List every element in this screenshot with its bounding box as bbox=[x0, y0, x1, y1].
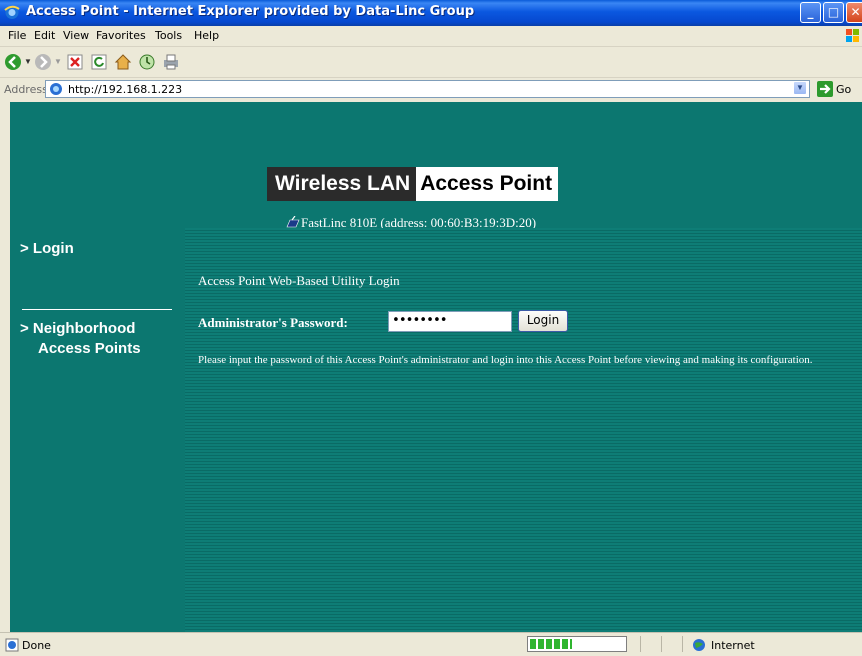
minimize-button[interactable]: _ bbox=[800, 2, 821, 23]
sidebar bbox=[10, 228, 185, 632]
menu-view[interactable]: View bbox=[63, 29, 89, 42]
page-icon bbox=[50, 83, 62, 95]
address-dropdown-button[interactable]: ▼ bbox=[793, 81, 807, 95]
toolbar: ▼ ▼ bbox=[0, 47, 862, 78]
menu-bar: File Edit View Favorites Tools Help bbox=[0, 26, 862, 47]
close-button[interactable]: ✕ bbox=[846, 2, 862, 23]
progress-bar bbox=[527, 636, 627, 652]
menu-edit[interactable]: Edit bbox=[34, 29, 55, 42]
address-bar: Address http://192.168.1.223 ▼ Go bbox=[0, 78, 862, 101]
address-input[interactable]: http://192.168.1.223 bbox=[45, 80, 810, 98]
status-divider bbox=[640, 636, 641, 652]
nav-neighborhood-access-points[interactable]: > Neighborhood Access Points bbox=[20, 319, 141, 359]
page-header: Wireless LAN Access Point FastLinc 810E … bbox=[10, 102, 862, 230]
address-label: Address bbox=[4, 83, 48, 96]
brand-logo: Wireless LAN Access Point bbox=[267, 167, 559, 201]
nav-neighborhood-line2: Access Points bbox=[38, 340, 141, 357]
go-label[interactable]: Go bbox=[836, 83, 851, 96]
menu-tools[interactable]: Tools bbox=[155, 29, 182, 42]
device-icon bbox=[286, 216, 300, 228]
menu-file[interactable]: File bbox=[8, 29, 26, 42]
history-icon[interactable] bbox=[138, 53, 156, 71]
forward-icon[interactable] bbox=[34, 53, 52, 71]
chevron-down-icon: ▼ bbox=[796, 83, 804, 92]
nav-login[interactable]: > Login bbox=[20, 240, 74, 257]
password-label: Administrator's Password: bbox=[198, 315, 348, 330]
internet-zone-icon bbox=[693, 639, 705, 651]
maximize-icon: □ bbox=[827, 5, 840, 19]
zone-text: Internet bbox=[711, 639, 755, 652]
brand-part2: Access Point bbox=[416, 167, 559, 201]
status-text: Done bbox=[22, 639, 51, 652]
stop-icon[interactable] bbox=[66, 53, 84, 71]
refresh-icon[interactable] bbox=[90, 53, 108, 71]
maximize-button[interactable]: □ bbox=[823, 2, 844, 23]
status-divider bbox=[682, 636, 683, 652]
login-button[interactable]: Login bbox=[518, 310, 568, 332]
status-bar: Done Internet bbox=[0, 632, 862, 656]
title-bar: Access Point - Internet Explorer provide… bbox=[0, 0, 862, 26]
close-icon: ✕ bbox=[850, 5, 861, 19]
go-button[interactable] bbox=[817, 81, 833, 97]
print-icon[interactable] bbox=[162, 53, 180, 71]
nav-divider bbox=[22, 309, 172, 310]
go-arrow-icon bbox=[820, 84, 831, 94]
ie-icon bbox=[4, 5, 20, 19]
menu-help[interactable]: Help bbox=[194, 29, 219, 42]
window-title: Access Point - Internet Explorer provide… bbox=[26, 4, 475, 19]
progress-fill bbox=[530, 639, 572, 649]
home-icon[interactable] bbox=[114, 53, 132, 71]
brand-part1: Wireless LAN bbox=[267, 167, 417, 201]
page-content: Wireless LAN Access Point FastLinc 810E … bbox=[10, 102, 862, 632]
status-divider bbox=[661, 636, 662, 652]
login-heading: Access Point Web-Based Utility Login bbox=[198, 273, 400, 288]
minimize-icon: _ bbox=[807, 5, 814, 19]
forward-dropdown-icon[interactable]: ▼ bbox=[54, 57, 62, 66]
login-panel: Access Point Web-Based Utility Login Adm… bbox=[185, 228, 862, 632]
password-input[interactable]: •••••••• bbox=[388, 311, 512, 332]
back-dropdown-icon[interactable]: ▼ bbox=[24, 57, 32, 66]
menu-favorites[interactable]: Favorites bbox=[96, 29, 146, 42]
nav-neighborhood-line1: > Neighborhood bbox=[20, 320, 136, 337]
address-url: http://192.168.1.223 bbox=[68, 83, 183, 96]
back-icon[interactable] bbox=[4, 53, 22, 71]
page-done-icon bbox=[5, 638, 19, 652]
help-text: Please input the password of this Access… bbox=[198, 354, 813, 366]
windows-flag-icon bbox=[846, 29, 859, 42]
